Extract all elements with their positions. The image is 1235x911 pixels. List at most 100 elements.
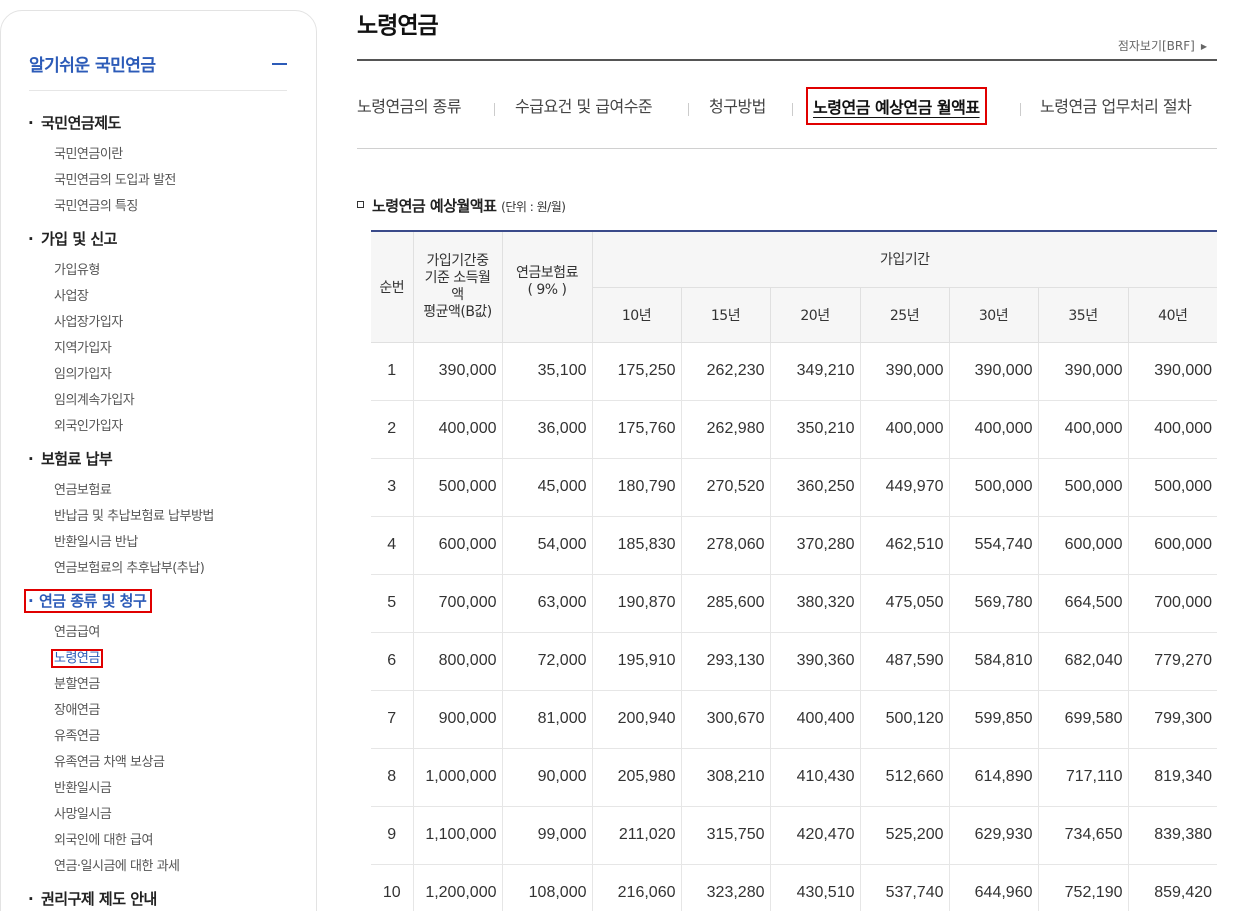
sidebar-section-inner[interactable]: · 권리구제 제도 안내 bbox=[28, 890, 157, 908]
sidebar-section-label[interactable]: 국민연금제도 bbox=[41, 114, 121, 132]
sidebar-item-label[interactable]: 사업장가입자 bbox=[54, 315, 123, 330]
table-cell: 717,110 bbox=[1037, 747, 1129, 807]
sidebar-item-label[interactable]: 반환일시금 반납 bbox=[54, 535, 138, 550]
table-cell: 390,000 bbox=[1037, 341, 1129, 401]
sidebar-item-label[interactable]: 연금보험료 bbox=[54, 483, 112, 498]
sidebar-item[interactable]: 유족연금 차액 보상금 bbox=[41, 750, 301, 776]
sidebar-section[interactable]: · 국민연금제도 bbox=[28, 110, 301, 136]
sidebar-item-label[interactable]: 장애연금 bbox=[54, 703, 100, 718]
table-cell: 323,280 bbox=[680, 863, 771, 911]
header-no: 순번 bbox=[371, 230, 414, 343]
braille-view-link[interactable]: 점자보기[BRF] ▶ bbox=[1118, 37, 1207, 54]
table-cell: 682,040 bbox=[1037, 631, 1129, 691]
table-cell: 8 bbox=[371, 747, 414, 807]
table-cell: 211,020 bbox=[591, 805, 682, 865]
table-cell: 500,000 bbox=[1037, 457, 1129, 517]
sidebar-item[interactable]: 국민연금의 특징 bbox=[41, 194, 301, 220]
sidebar-section-label[interactable]: 가입 및 신고 bbox=[41, 230, 117, 248]
sidebar-section[interactable]: · 가입 및 신고 bbox=[28, 226, 301, 252]
table-cell: 400,000 bbox=[859, 399, 950, 459]
sidebar-item[interactable]: 외국인가입자 bbox=[41, 414, 301, 440]
sidebar-section-inner[interactable]: · 보험료 납부 bbox=[28, 450, 113, 468]
tab-eligibility[interactable]: 수급요건 및 급여수준 bbox=[515, 93, 653, 117]
sidebar-item[interactable]: 반환일시금 반납 bbox=[41, 530, 301, 556]
braille-link-label[interactable]: 점자보기[BRF] bbox=[1118, 39, 1195, 53]
table-cell: 380,320 bbox=[769, 573, 861, 633]
sidebar-item-label[interactable]: 사업장 bbox=[54, 289, 89, 304]
sidebar-item-label[interactable]: 반납금 및 추납보험료 납부방법 bbox=[54, 509, 214, 524]
collapse-minus-icon[interactable] bbox=[272, 63, 287, 65]
tab-processing-procedure[interactable]: 노령연금 업무처리 절차 bbox=[1040, 93, 1192, 117]
table-cell: 1,100,000 bbox=[412, 805, 503, 865]
sidebar-item-label[interactable]: 외국인에 대한 급여 bbox=[54, 833, 153, 848]
table-cell: 449,970 bbox=[859, 457, 950, 517]
sidebar-item-label[interactable]: 사망일시금 bbox=[54, 807, 112, 822]
sidebar-item-label[interactable]: 임의가입자 bbox=[54, 367, 112, 382]
sidebar-item[interactable]: 사업장 bbox=[41, 284, 301, 310]
tab-pension-types[interactable]: 노령연금의 종류 bbox=[357, 93, 462, 117]
table-title-text: 노령연금 예상월액표 bbox=[372, 197, 497, 215]
table-cell: 3 bbox=[371, 457, 414, 517]
table-cell: 800,000 bbox=[412, 631, 503, 691]
sidebar-item[interactable]: 노령연금 bbox=[41, 646, 301, 672]
sidebar-item[interactable]: 사업장가입자 bbox=[41, 310, 301, 336]
sidebar-section-label[interactable]: 연금 종류 및 청구 bbox=[39, 592, 147, 610]
sidebar-item[interactable]: 연금·일시금에 대한 과세 bbox=[41, 854, 301, 880]
sidebar-item-label[interactable]: 분할연금 bbox=[54, 677, 100, 692]
sidebar-section[interactable]: · 권리구제 제도 안내 bbox=[28, 886, 301, 911]
sidebar-item-label[interactable]: 가입유형 bbox=[54, 263, 100, 278]
sidebar-title[interactable]: 알기쉬운 국민연금 bbox=[29, 56, 156, 76]
sidebar-item[interactable]: 연금보험료 bbox=[41, 478, 301, 504]
sidebar-item[interactable]: 장애연금 bbox=[41, 698, 301, 724]
sidebar-item-label[interactable]: 반환일시금 bbox=[54, 781, 112, 796]
sidebar-section-inner[interactable]: · 가입 및 신고 bbox=[28, 230, 117, 248]
sidebar-item[interactable]: 국민연금이란 bbox=[41, 142, 301, 168]
table-cell: 600,000 bbox=[1127, 515, 1218, 575]
sidebar-item-label[interactable]: 연금급여 bbox=[54, 625, 100, 640]
header-period: 가입기간 bbox=[591, 230, 1218, 288]
sidebar-section[interactable]: · 연금 종류 및 청구 bbox=[24, 588, 301, 614]
tab-claim-method[interactable]: 청구방법 bbox=[709, 93, 766, 117]
sidebar-item[interactable]: 분할연금 bbox=[41, 672, 301, 698]
table-cell: 839,380 bbox=[1127, 805, 1218, 865]
sidebar-item-label[interactable]: 국민연금의 도입과 발전 bbox=[54, 173, 176, 188]
tab-estimated-monthly-table[interactable]: 노령연금 예상연금 월액표 bbox=[806, 87, 987, 125]
table-cell: 45,000 bbox=[501, 457, 593, 517]
table-row: 4 600,000 54,000 185,830 278,060 370,280 462,5… bbox=[371, 515, 1218, 575]
sidebar-item-label[interactable]: 국민연금이란 bbox=[54, 147, 123, 162]
table-cell: 700,000 bbox=[412, 573, 503, 633]
sidebar-item-label[interactable]: 연금보험료의 추후납부(추납) bbox=[54, 561, 205, 576]
header-year: 20년 bbox=[769, 286, 861, 343]
sidebar-item-label[interactable]: 유족연금 bbox=[54, 729, 100, 744]
sidebar-item[interactable]: 연금급여 bbox=[41, 620, 301, 646]
sidebar-item[interactable]: 연금보험료의 추후납부(추납) bbox=[41, 556, 301, 582]
sidebar-section[interactable]: · 보험료 납부 bbox=[28, 446, 301, 472]
table-cell: 599,850 bbox=[948, 689, 1039, 749]
table-cell: 185,830 bbox=[591, 515, 682, 575]
table-cell: 300,670 bbox=[680, 689, 771, 749]
sidebar-section-label[interactable]: 권리구제 제도 안내 bbox=[41, 890, 157, 908]
sidebar-item[interactable]: 지역가입자 bbox=[41, 336, 301, 362]
sidebar-item-label[interactable]: 지역가입자 bbox=[54, 341, 112, 356]
sidebar-item[interactable]: 반납금 및 추납보험료 납부방법 bbox=[41, 504, 301, 530]
sidebar-section-inner[interactable]: · 연금 종류 및 청구 bbox=[24, 589, 153, 613]
sidebar-item-label[interactable]: 임의계속가입자 bbox=[54, 393, 135, 408]
sidebar-item[interactable]: 외국인에 대한 급여 bbox=[41, 828, 301, 854]
sidebar-item[interactable]: 사망일시금 bbox=[41, 802, 301, 828]
bullet-icon: · bbox=[28, 450, 34, 468]
sidebar-item[interactable]: 가입유형 bbox=[41, 258, 301, 284]
sidebar-item-label[interactable]: 국민연금의 특징 bbox=[54, 199, 138, 214]
sidebar-item[interactable]: 반환일시금 bbox=[41, 776, 301, 802]
sidebar-section-label[interactable]: 보험료 납부 bbox=[41, 450, 113, 468]
sidebar-header[interactable]: 알기쉬운 국민연금 bbox=[29, 51, 287, 91]
sidebar-item-label[interactable]: 외국인가입자 bbox=[54, 419, 123, 434]
sidebar-item[interactable]: 국민연금의 도입과 발전 bbox=[41, 168, 301, 194]
sidebar-item[interactable]: 유족연금 bbox=[41, 724, 301, 750]
sidebar-item-label[interactable]: 유족연금 차액 보상금 bbox=[54, 755, 165, 770]
sidebar-item-label[interactable]: 연금·일시금에 대한 과세 bbox=[54, 859, 180, 874]
sidebar-section-inner[interactable]: · 국민연금제도 bbox=[28, 114, 121, 132]
sidebar-item[interactable]: 임의계속가입자 bbox=[41, 388, 301, 414]
table-row: 3 500,000 45,000 180,790 270,520 360,250 449,9… bbox=[371, 457, 1218, 517]
sidebar-item-label[interactable]: 노령연금 bbox=[51, 649, 103, 668]
sidebar-item[interactable]: 임의가입자 bbox=[41, 362, 301, 388]
